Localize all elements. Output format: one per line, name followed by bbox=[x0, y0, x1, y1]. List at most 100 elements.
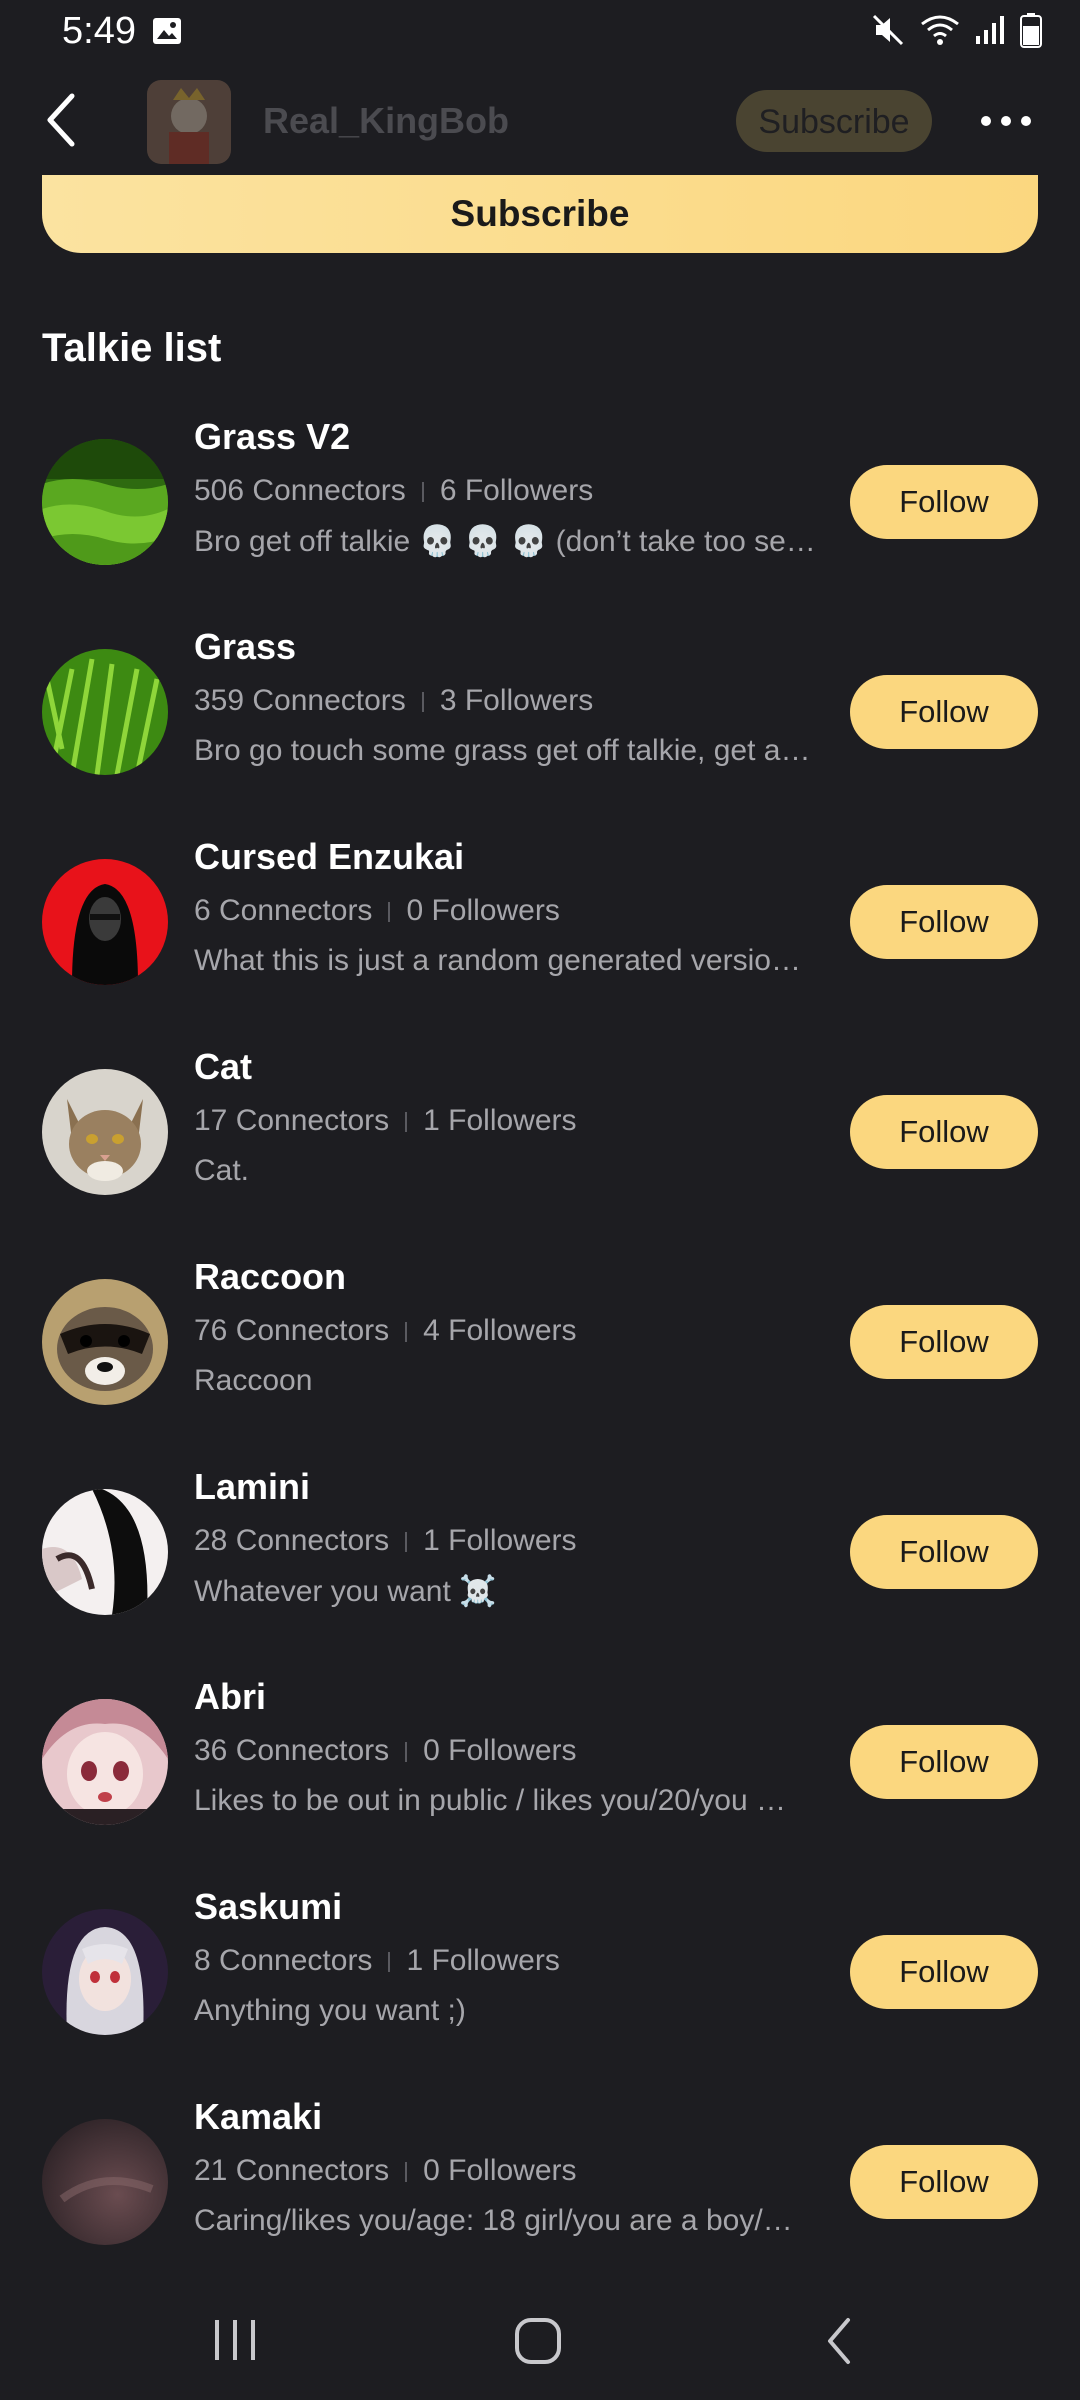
followers-count: 0 Followers bbox=[423, 2154, 577, 2187]
follow-button[interactable]: Follow bbox=[850, 1305, 1038, 1379]
item-stats: 359 Connectors 3 Followers bbox=[194, 684, 593, 718]
list-item[interactable]: Cat 17 Connectors 1 Followers Cat. Follow bbox=[0, 1042, 1080, 1242]
avatar bbox=[42, 1489, 168, 1615]
connectors-count: 28 Connectors bbox=[194, 1524, 390, 1557]
item-stats: 28 Connectors 1 Followers bbox=[194, 1524, 577, 1558]
item-description: Cat. bbox=[194, 1154, 250, 1187]
follow-button[interactable]: Follow bbox=[850, 2145, 1038, 2219]
connectors-count: 17 Connectors bbox=[194, 1104, 390, 1137]
item-name: Raccoon bbox=[194, 1256, 347, 1297]
list-item[interactable]: Cursed Enzukai 6 Connectors 0 Followers W… bbox=[0, 832, 1080, 1032]
recent-apps-icon[interactable] bbox=[212, 2316, 258, 2364]
home-icon[interactable] bbox=[513, 2316, 563, 2366]
stats-divider bbox=[421, 482, 424, 503]
mute-icon bbox=[872, 14, 904, 46]
follow-button[interactable]: Follow bbox=[850, 885, 1038, 959]
connectors-count: 506 Connectors bbox=[194, 474, 406, 507]
follow-button[interactable]: Follow bbox=[850, 1515, 1038, 1589]
item-stats: 6 Connectors 0 Followers bbox=[194, 894, 560, 928]
followers-count: 6 Followers bbox=[439, 474, 594, 507]
connectors-count: 76 Connectors bbox=[194, 1314, 390, 1347]
list-item[interactable]: Raccoon 76 Connectors 4 Followers Raccoon… bbox=[0, 1252, 1080, 1452]
avatar bbox=[42, 1069, 168, 1195]
subscribe-button[interactable]: Subscribe bbox=[42, 175, 1038, 253]
status-bar: 5:49 bbox=[0, 0, 1080, 66]
follow-button[interactable]: Follow bbox=[850, 1725, 1038, 1799]
stats-divider bbox=[405, 1322, 408, 1343]
followers-count: 1 Followers bbox=[406, 1944, 560, 1977]
stats-divider bbox=[388, 902, 391, 923]
connectors-count: 6 Connectors bbox=[194, 894, 373, 927]
list-item[interactable]: Grass V2 506 Connectors 6 Followers Bro g… bbox=[0, 412, 1080, 612]
item-name: Abri bbox=[194, 1676, 266, 1717]
item-stats: 21 Connectors 0 Followers bbox=[194, 2154, 577, 2188]
stats-divider bbox=[388, 1952, 391, 1973]
back-icon[interactable] bbox=[40, 90, 84, 150]
item-description: Likes to be out in public / likes you/20… bbox=[194, 1784, 787, 1817]
connectors-count: 8 Connectors bbox=[194, 1944, 373, 1977]
section-title: Talkie list bbox=[42, 326, 222, 370]
header-subscribe-button[interactable]: Subscribe bbox=[736, 90, 932, 152]
stats-divider bbox=[421, 692, 424, 713]
avatar bbox=[42, 649, 168, 775]
item-name: Saskumi bbox=[194, 1886, 343, 1927]
avatar bbox=[42, 859, 168, 985]
stats-divider bbox=[405, 1532, 408, 1553]
item-description: Anything you want ;) bbox=[194, 1994, 466, 2027]
wifi-icon bbox=[921, 15, 959, 45]
header-title: Real_KingBob bbox=[263, 100, 510, 141]
followers-count: 3 Followers bbox=[439, 684, 594, 717]
followers-count: 0 Followers bbox=[406, 894, 560, 927]
item-description: Bro go touch some grass get off talkie, … bbox=[194, 734, 811, 767]
image-icon bbox=[153, 18, 181, 44]
item-description: Raccoon bbox=[194, 1364, 313, 1397]
item-description: Bro get off talkie 💀 💀 💀 (don’t take too… bbox=[194, 525, 816, 558]
followers-count: 4 Followers bbox=[423, 1314, 577, 1347]
top-header: Real_KingBob Subscribe bbox=[0, 70, 1080, 175]
battery-icon bbox=[1020, 13, 1042, 48]
stats-divider bbox=[405, 1742, 408, 1763]
item-name: Cat bbox=[194, 1046, 253, 1087]
avatar bbox=[42, 1699, 168, 1825]
list-item[interactable]: Kamaki 21 Connectors 0 Followers Caring/l… bbox=[0, 2092, 1080, 2292]
signal-icon bbox=[976, 16, 1004, 44]
avatar bbox=[42, 1909, 168, 2035]
item-name: Cursed Enzukai bbox=[194, 836, 465, 877]
item-stats: 506 Connectors 6 Followers bbox=[194, 474, 593, 508]
list-item[interactable]: Saskumi 8 Connectors 1 Followers Anything… bbox=[0, 1882, 1080, 2082]
item-name: Lamini bbox=[194, 1466, 311, 1507]
follow-button[interactable]: Follow bbox=[850, 1095, 1038, 1169]
more-icon[interactable] bbox=[976, 104, 1036, 138]
stats-divider bbox=[405, 1112, 408, 1133]
followers-count: 1 Followers bbox=[423, 1524, 577, 1557]
list-item[interactable]: Abri 36 Connectors 0 Followers Likes to b… bbox=[0, 1672, 1080, 1872]
item-name: Grass bbox=[194, 626, 297, 667]
connectors-count: 359 Connectors bbox=[194, 684, 406, 717]
item-name: Kamaki bbox=[194, 2096, 323, 2137]
follow-button[interactable]: Follow bbox=[850, 1935, 1038, 2009]
status-time: 5:49 bbox=[62, 10, 136, 52]
nav-back-icon[interactable] bbox=[822, 2316, 856, 2366]
item-description: Caring/likes you/age: 18 girl/you are a … bbox=[194, 2204, 793, 2237]
list-item[interactable]: Lamini 28 Connectors 1 Followers Whatever… bbox=[0, 1462, 1080, 1662]
followers-count: 1 Followers bbox=[423, 1104, 577, 1137]
connectors-count: 21 Connectors bbox=[194, 2154, 390, 2187]
list-item[interactable]: Grass 359 Connectors 3 Followers Bro go t… bbox=[0, 622, 1080, 822]
item-description: What this is just a random generated ver… bbox=[194, 944, 801, 977]
system-nav-bar bbox=[0, 2282, 1080, 2400]
follow-button[interactable]: Follow bbox=[850, 465, 1038, 539]
stats-divider bbox=[405, 2162, 408, 2183]
followers-count: 0 Followers bbox=[423, 1734, 577, 1767]
item-stats: 17 Connectors 1 Followers bbox=[194, 1104, 577, 1138]
item-stats: 36 Connectors 0 Followers bbox=[194, 1734, 577, 1768]
avatar bbox=[42, 2119, 168, 2245]
connectors-count: 36 Connectors bbox=[194, 1734, 390, 1767]
item-name: Grass V2 bbox=[194, 416, 351, 457]
avatar bbox=[42, 1279, 168, 1405]
header-avatar[interactable] bbox=[147, 80, 231, 164]
avatar bbox=[42, 439, 168, 565]
follow-button[interactable]: Follow bbox=[850, 675, 1038, 749]
item-stats: 8 Connectors 1 Followers bbox=[194, 1944, 560, 1978]
item-stats: 76 Connectors 4 Followers bbox=[194, 1314, 577, 1348]
item-description: Whatever you want ☠️ bbox=[194, 1575, 497, 1608]
